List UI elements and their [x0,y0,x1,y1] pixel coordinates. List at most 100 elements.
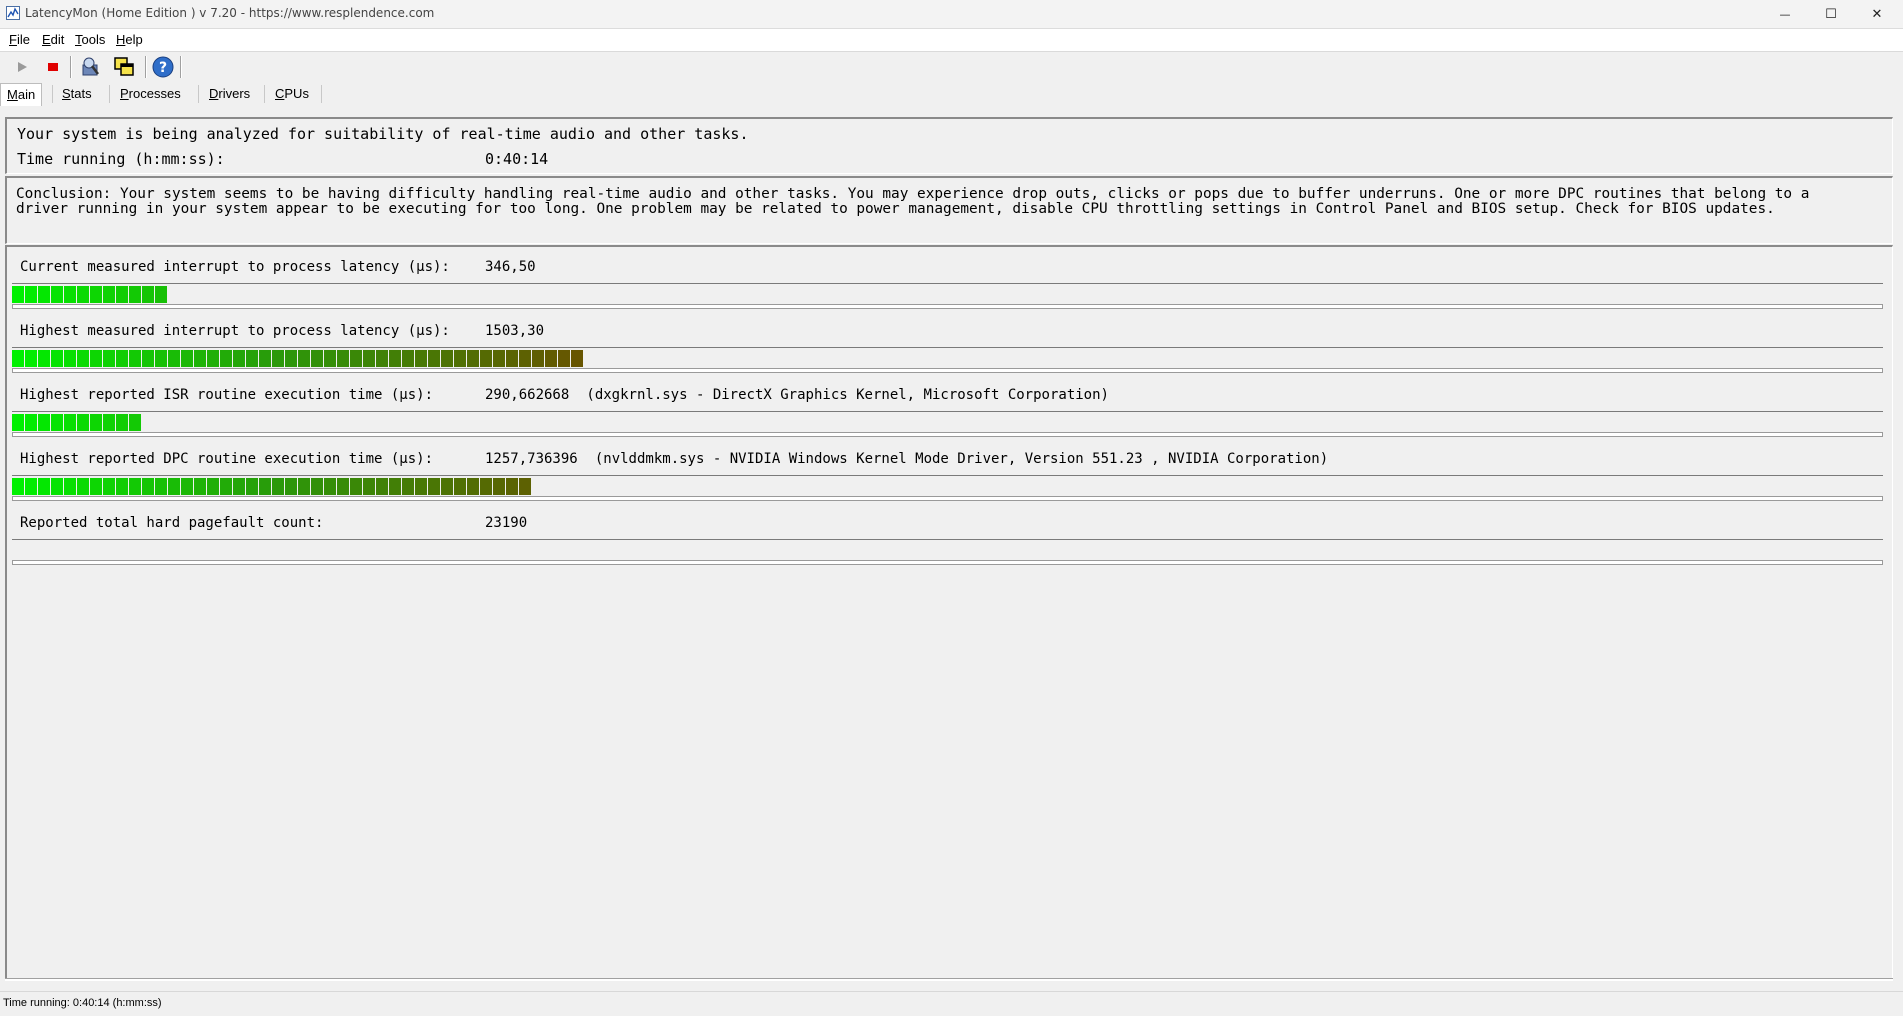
windows-icon [114,57,134,76]
menu-tools[interactable]: Tools [75,32,105,47]
metric-value: 290,662668 [485,387,570,403]
time-running-value: 0:40:14 [485,150,549,168]
meter-block [285,478,297,495]
stop-button[interactable] [40,55,66,79]
help-icon: ? [152,56,174,78]
tab-stats[interactable]: Stats [56,83,98,105]
start-button[interactable] [9,55,35,79]
tab-drivers[interactable]: Drivers [203,83,256,105]
meter-block [12,350,24,367]
meter-block [129,478,141,495]
meter-groove [12,432,1883,437]
meter-block [428,350,440,367]
meter-block [298,350,310,367]
meter-block [389,350,401,367]
meter-block [90,478,102,495]
tab-cpus[interactable]: CPUs [269,83,315,105]
meter-block [207,478,219,495]
meter-block [38,286,50,303]
meter-block [142,478,154,495]
meter-block [77,286,89,303]
meter-block [38,414,50,431]
meter-block [207,350,219,367]
meter-block [363,350,375,367]
meter-block [272,478,284,495]
metric-value: 1503,30 [485,323,545,339]
meter-block [441,478,453,495]
meter-block [441,350,453,367]
minimize-button[interactable]: — [1762,0,1808,28]
meter-block [298,478,310,495]
meter-block [402,478,414,495]
meter-block [532,350,544,367]
meter-block [545,350,557,367]
meter-block [116,286,128,303]
meter-block [64,414,76,431]
metric-label: Current measured interrupt to process la… [20,259,450,275]
meter-block [64,350,76,367]
meter-block [116,478,128,495]
meter-block [311,478,323,495]
meter-block [259,350,271,367]
meter-block [64,478,76,495]
meter-block [38,478,50,495]
help-button[interactable]: ? [150,55,176,79]
latencymon-app-icon [6,6,20,20]
meter-block [519,350,531,367]
meter-groove [12,496,1883,501]
status-bar: Time running: 0:40:14 (h:mm:ss) [0,991,1903,1016]
meter-block [337,350,349,367]
tab-processes[interactable]: Processes [114,83,187,105]
meter-block [506,350,518,367]
maximize-button[interactable]: ☐ [1808,0,1854,28]
menu-edit[interactable]: Edit [42,32,64,47]
toolbar: ? [0,52,1903,82]
meter-block [155,286,167,303]
meter-block [467,478,479,495]
meter-block [454,478,466,495]
meter-block [402,350,414,367]
conclusion-line-2: driver running in your system appear to … [16,201,1775,217]
meter-block [12,414,24,431]
meter-block [506,478,518,495]
menu-file[interactable]: File [9,32,30,47]
meter-block [51,414,63,431]
toolbar-separator [145,56,147,78]
driver-info-button[interactable] [78,55,104,79]
close-button[interactable]: ✕ [1854,0,1900,28]
toolbar-separator [70,56,72,78]
toolbar-separator [180,56,182,78]
meter-block [181,350,193,367]
tab-separator [321,85,322,103]
menu-help[interactable]: Help [116,32,143,47]
meter-top-line [12,539,1883,540]
meter-block [415,350,427,367]
meter-block [77,478,89,495]
maximize-icon: ☐ [1825,6,1837,22]
meter-block [454,350,466,367]
conclusion-line-1: Conclusion: Your system seems to be havi… [16,186,1810,202]
meter-block [350,350,362,367]
play-icon [18,62,27,72]
meter-block [558,350,570,367]
meter-block [467,350,479,367]
tab-main[interactable]: Main [0,83,43,106]
meter-block [25,414,37,431]
meter-block [571,350,583,367]
meter-block [311,350,323,367]
meter-block [103,478,115,495]
metric-label: Highest measured interrupt to process la… [20,323,450,339]
meter-groove [12,304,1883,309]
meter-block [376,478,388,495]
meter-block [116,414,128,431]
metric-value: 23190 [485,515,528,531]
title-bar[interactable]: LatencyMon (Home Edition ) v 7.20 - http… [0,0,1903,28]
processes-button[interactable] [111,55,137,79]
meter-block [155,478,167,495]
meter-block [233,350,245,367]
tab-strip: Main Stats Processes Drivers CPUs [0,83,1903,107]
meter-block [324,350,336,367]
meter-block [12,286,24,303]
meter-block [285,350,297,367]
time-running-label: Time running (h:mm:ss): [17,150,225,168]
